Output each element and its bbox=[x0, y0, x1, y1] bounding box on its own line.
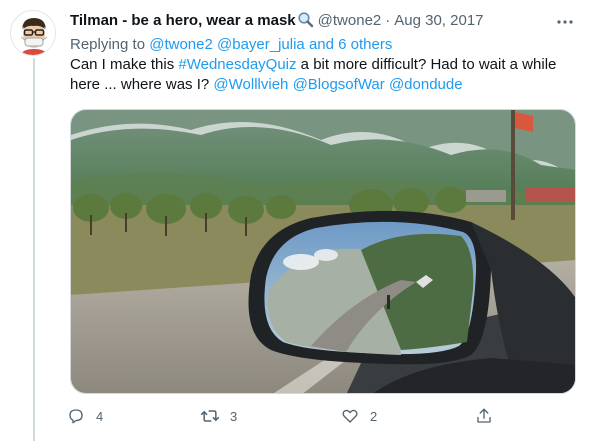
car-side-mirror-photo-icon bbox=[71, 110, 575, 393]
hashtag-link[interactable]: #WednesdayQuiz bbox=[178, 56, 296, 73]
retweet-button[interactable]: 3 bbox=[200, 402, 237, 430]
reply-joiner[interactable]: and bbox=[309, 36, 334, 53]
reply-icon bbox=[66, 406, 86, 426]
author-handle[interactable]: @twone2 bbox=[318, 12, 382, 29]
like-button[interactable]: 2 bbox=[340, 402, 377, 430]
retweet-icon bbox=[200, 406, 220, 426]
thread-connector-line bbox=[33, 58, 35, 441]
like-count: 2 bbox=[370, 408, 378, 424]
reply-others-link[interactable]: 6 others bbox=[338, 36, 392, 53]
retweet-count: 3 bbox=[230, 408, 238, 424]
masked-man-avatar-icon bbox=[12, 12, 55, 55]
mention-link[interactable]: @dondude bbox=[389, 76, 463, 93]
share-icon bbox=[474, 406, 494, 426]
author-avatar[interactable] bbox=[10, 10, 56, 56]
reply-mention-link[interactable]: @twone2 bbox=[149, 36, 213, 53]
reply-button[interactable]: 4 bbox=[66, 402, 103, 430]
tweet-photo[interactable] bbox=[70, 109, 576, 394]
replying-to-line: Replying to @twone2 @bayer_julia and 6 o… bbox=[70, 35, 392, 55]
tweet-header: Tilman - be a hero, wear a mask @twone2 · A… bbox=[70, 11, 580, 31]
separator-dot: · bbox=[385, 12, 391, 29]
share-button[interactable] bbox=[474, 402, 494, 430]
mention-link[interactable]: @Wolllvieh bbox=[213, 76, 288, 93]
reply-mention-link[interactable]: @bayer_julia bbox=[217, 36, 305, 53]
more-options-button[interactable] bbox=[555, 12, 575, 32]
mention-link[interactable]: @BlogsofWar bbox=[293, 76, 385, 93]
magnifying-glass-icon bbox=[297, 11, 314, 34]
reply-count: 4 bbox=[96, 408, 104, 424]
tweet-text-part: Can I make this bbox=[70, 56, 179, 73]
author-display-name[interactable]: Tilman - be a hero, wear a mask bbox=[70, 12, 296, 29]
tweet-date[interactable]: Aug 30, 2017 bbox=[394, 12, 483, 29]
more-dots-icon bbox=[557, 20, 573, 24]
replying-to-label: Replying to bbox=[70, 36, 146, 53]
heart-icon bbox=[340, 406, 360, 426]
tweet-text: Can I make this #WednesdayQuiz a bit mor… bbox=[70, 55, 575, 95]
tweet-actions-bar: 4 3 2 bbox=[66, 402, 506, 430]
